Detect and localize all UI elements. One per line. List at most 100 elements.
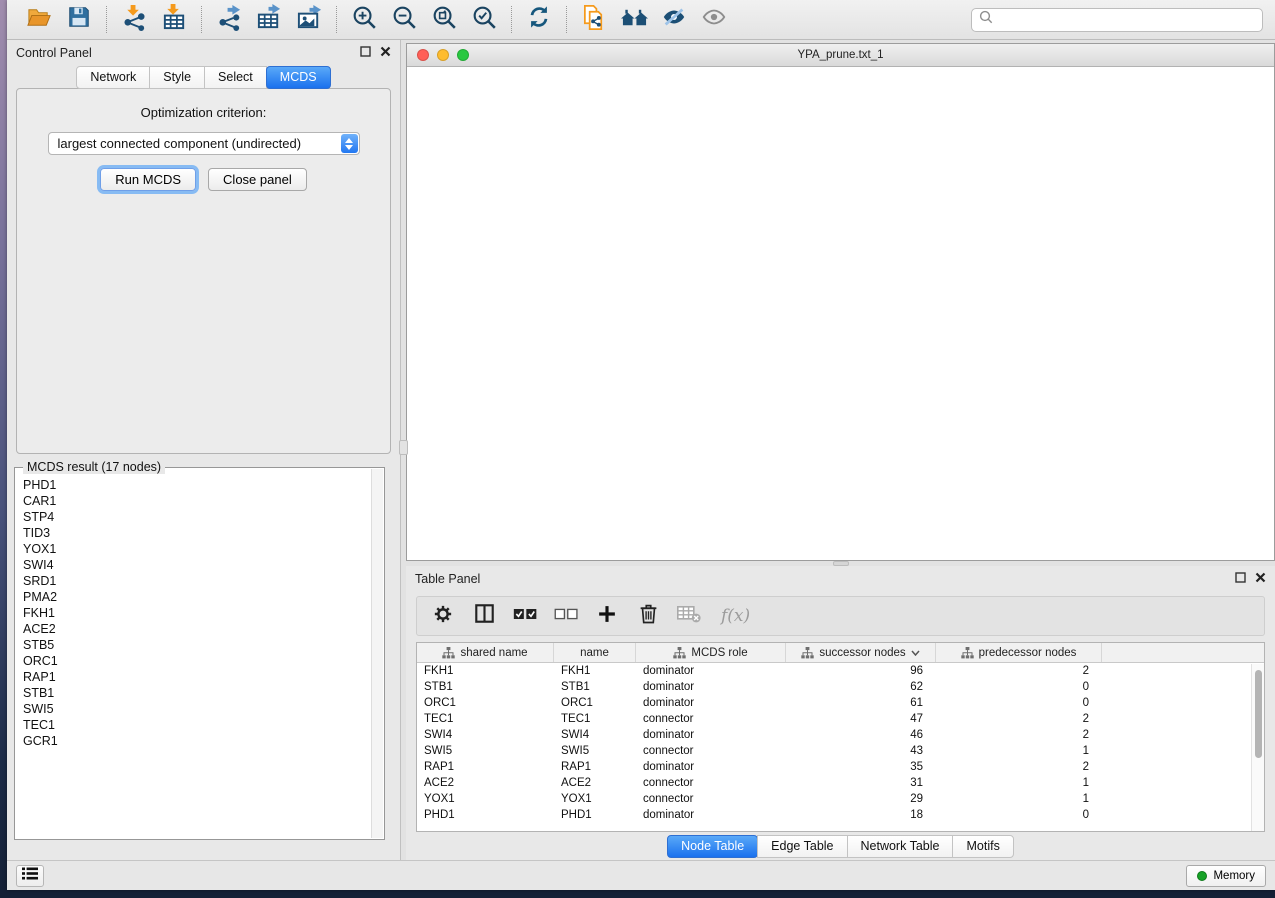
zoom-fit-button[interactable]	[424, 4, 464, 36]
table-row[interactable]: ORC1ORC1dominator610	[417, 695, 1264, 711]
column-header-shared-name[interactable]: shared name	[417, 643, 554, 662]
table-cell[interactable]: ORC1	[554, 697, 636, 709]
table-cell[interactable]: dominator	[636, 681, 786, 693]
import-network-button[interactable]	[114, 4, 154, 36]
column-header-MCDS-role[interactable]: MCDS role	[636, 643, 786, 662]
table-cell[interactable]: 1	[936, 777, 1102, 789]
deselect-all-rows-button[interactable]	[553, 603, 579, 629]
table-cell[interactable]: PHD1	[417, 809, 554, 821]
float-table-panel-icon[interactable]	[1235, 570, 1246, 588]
table-cell[interactable]: ACE2	[417, 777, 554, 789]
panel-resize-handle-horizontal[interactable]	[833, 561, 849, 566]
close-panel-icon[interactable]	[380, 44, 391, 62]
mcds-result-scrollbar[interactable]	[371, 469, 383, 838]
close-panel-button[interactable]: Close panel	[208, 168, 307, 191]
table-cell[interactable]: 2	[936, 761, 1102, 773]
column-header-predecessor-nodes[interactable]: predecessor nodes	[936, 643, 1102, 662]
table-cell[interactable]: connector	[636, 777, 786, 789]
panel-resize-handle-vertical[interactable]	[399, 440, 408, 455]
table-cell[interactable]: 43	[786, 745, 936, 757]
tab-network[interactable]: Network	[76, 66, 150, 89]
table-cell[interactable]: 0	[936, 697, 1102, 709]
table-scrollbar[interactable]	[1251, 664, 1264, 831]
table-row[interactable]: SWI5SWI5connector431	[417, 743, 1264, 759]
table-row[interactable]: YOX1YOX1connector291	[417, 791, 1264, 807]
result-list-item[interactable]: FKH1	[23, 605, 371, 621]
table-cell[interactable]: SWI4	[417, 729, 554, 741]
result-list-item[interactable]: ORC1	[23, 653, 371, 669]
window-maximize-icon[interactable]	[457, 49, 469, 61]
import-table-button[interactable]	[154, 4, 194, 36]
column-visibility-button[interactable]	[471, 603, 497, 629]
result-list-item[interactable]: CAR1	[23, 493, 371, 509]
table-cell[interactable]: dominator	[636, 809, 786, 821]
network-canvas[interactable]	[407, 67, 1274, 560]
table-row[interactable]: ACE2ACE2connector311	[417, 775, 1264, 791]
float-panel-icon[interactable]	[360, 44, 371, 62]
table-cell[interactable]: 1	[936, 745, 1102, 757]
table-cell[interactable]: 46	[786, 729, 936, 741]
window-close-icon[interactable]	[417, 49, 429, 61]
table-row[interactable]: RAP1RAP1dominator352	[417, 759, 1264, 775]
table-cell[interactable]: ACE2	[554, 777, 636, 789]
table-cell[interactable]: SWI4	[554, 729, 636, 741]
table-cell[interactable]: 2	[936, 713, 1102, 725]
result-list-item[interactable]: RAP1	[23, 669, 371, 685]
table-cell[interactable]: 47	[786, 713, 936, 725]
result-list-item[interactable]: YOX1	[23, 541, 371, 557]
tab-network-table[interactable]: Network Table	[847, 835, 954, 858]
column-header-successor-nodes[interactable]: successor nodes	[786, 643, 936, 662]
export-network-button[interactable]	[209, 4, 249, 36]
table-cell[interactable]: connector	[636, 745, 786, 757]
column-header-name[interactable]: name	[554, 643, 636, 662]
table-row[interactable]: FKH1FKH1dominator962	[417, 663, 1264, 679]
table-cell[interactable]: STB1	[554, 681, 636, 693]
table-cell[interactable]: SWI5	[554, 745, 636, 757]
network-canvas-svg[interactable]	[407, 67, 1274, 560]
mcds-result-list[interactable]: PHD1CAR1STP4TID3YOX1SWI4SRD1PMA2FKH1ACE2…	[16, 469, 371, 838]
table-cell[interactable]: RAP1	[417, 761, 554, 773]
table-cell[interactable]: dominator	[636, 729, 786, 741]
table-cell[interactable]: STB1	[417, 681, 554, 693]
result-list-item[interactable]: TEC1	[23, 717, 371, 733]
window-minimize-icon[interactable]	[437, 49, 449, 61]
result-list-item[interactable]: SWI4	[23, 557, 371, 573]
create-column-button[interactable]	[594, 603, 620, 629]
table-cell[interactable]: dominator	[636, 665, 786, 677]
duplicate-network-button[interactable]	[574, 4, 614, 36]
table-cell[interactable]: 35	[786, 761, 936, 773]
table-cell[interactable]: 18	[786, 809, 936, 821]
refresh-button[interactable]	[519, 4, 559, 36]
table-cell[interactable]: 2	[936, 729, 1102, 741]
table-cell[interactable]: RAP1	[554, 761, 636, 773]
zoom-out-button[interactable]	[384, 4, 424, 36]
result-list-item[interactable]: PMA2	[23, 589, 371, 605]
table-cell[interactable]: YOX1	[417, 793, 554, 805]
table-cell[interactable]: 0	[936, 681, 1102, 693]
tab-mcds[interactable]: MCDS	[266, 66, 331, 89]
zoom-in-button[interactable]	[344, 4, 384, 36]
zoom-selected-button[interactable]	[464, 4, 504, 36]
table-cell[interactable]: 1	[936, 793, 1102, 805]
result-list-item[interactable]: SRD1	[23, 573, 371, 589]
export-image-button[interactable]	[289, 4, 329, 36]
result-list-item[interactable]: PHD1	[23, 477, 371, 493]
table-cell[interactable]: TEC1	[417, 713, 554, 725]
table-row[interactable]: PHD1PHD1dominator180	[417, 807, 1264, 823]
table-cell[interactable]: connector	[636, 793, 786, 805]
optimization-criterion-select[interactable]: largest connected component (undirected)	[48, 132, 360, 155]
close-table-panel-icon[interactable]	[1255, 570, 1266, 588]
show-all-button[interactable]	[694, 4, 734, 36]
open-session-button[interactable]	[19, 4, 59, 36]
first-neighbors-button[interactable]	[614, 4, 654, 36]
table-cell[interactable]: 62	[786, 681, 936, 693]
delete-column-button[interactable]	[635, 603, 661, 629]
table-row[interactable]: TEC1TEC1connector472	[417, 711, 1264, 727]
task-history-button[interactable]	[16, 865, 44, 887]
result-list-item[interactable]: SWI5	[23, 701, 371, 717]
table-cell[interactable]: SWI5	[417, 745, 554, 757]
search-input[interactable]	[998, 13, 1255, 27]
table-cell[interactable]: 31	[786, 777, 936, 789]
table-cell[interactable]: connector	[636, 713, 786, 725]
table-cell[interactable]: dominator	[636, 697, 786, 709]
